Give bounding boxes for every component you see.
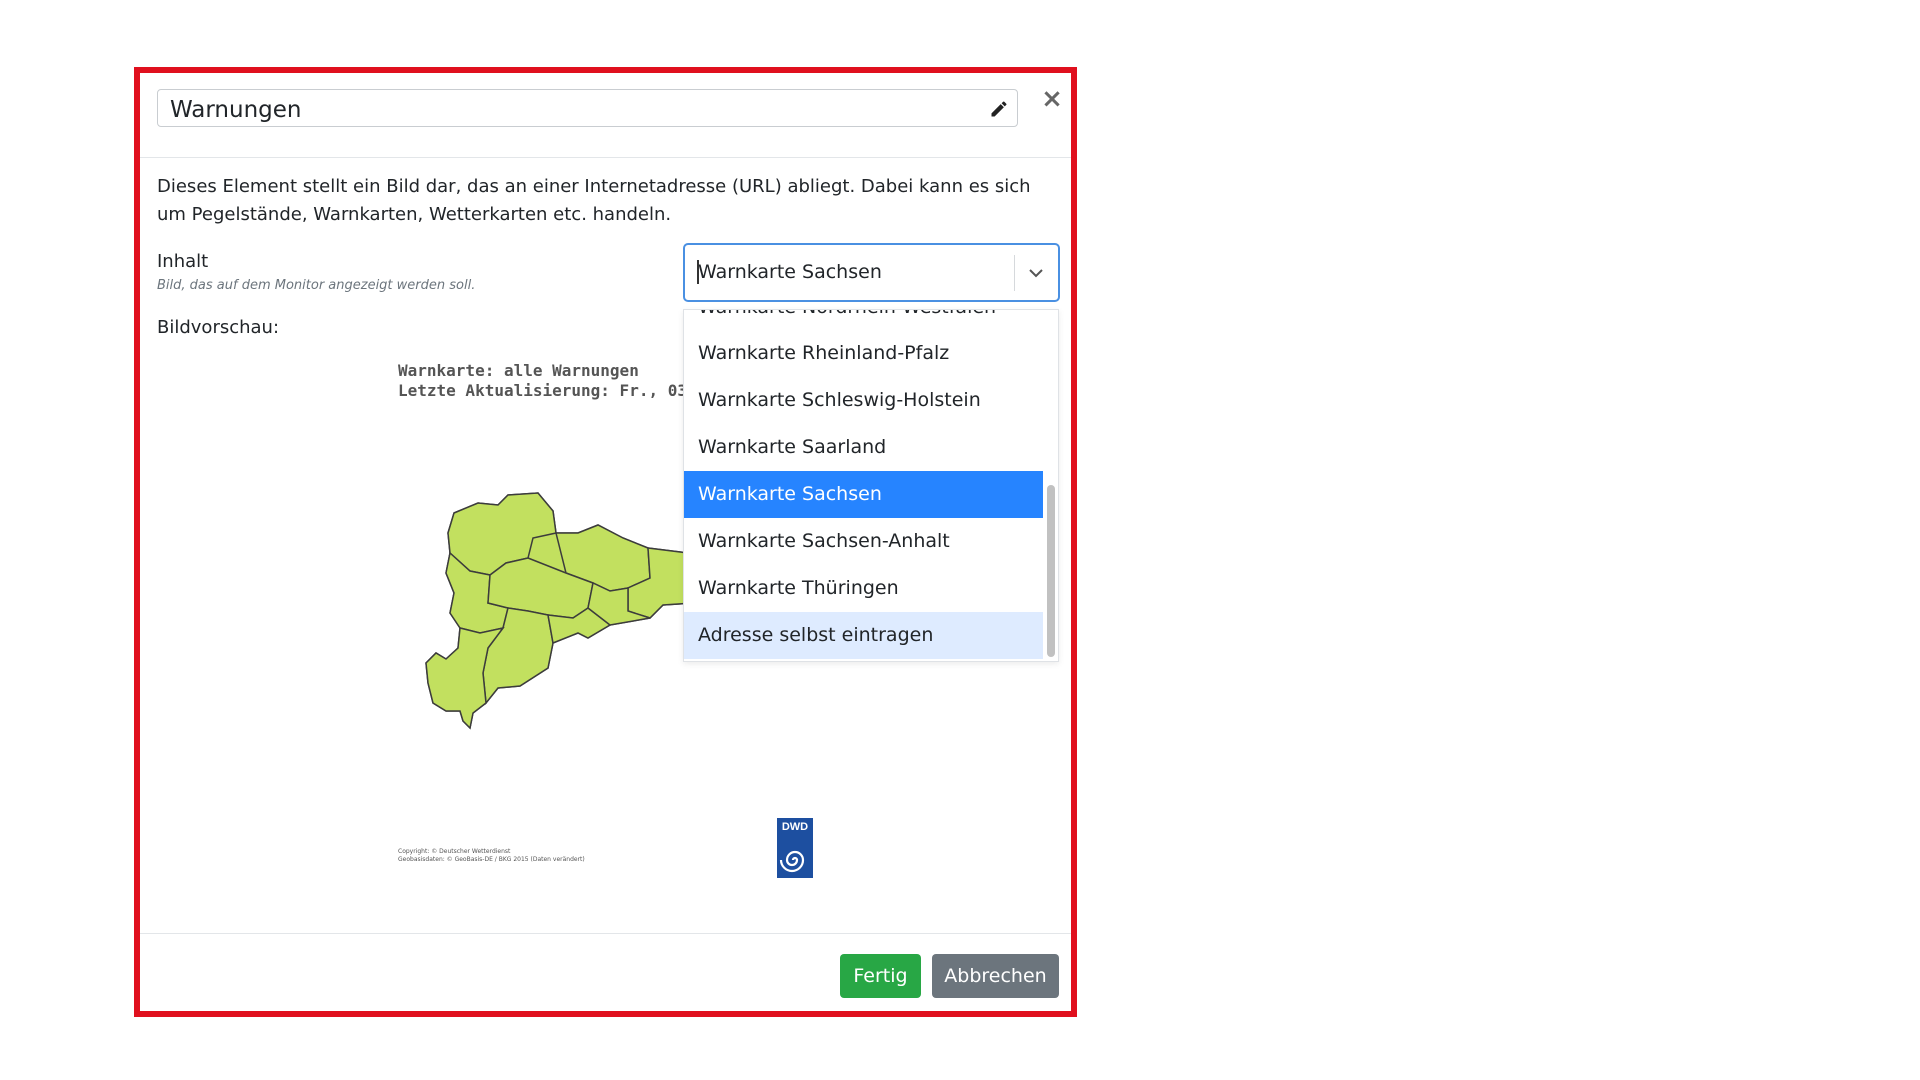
description-text: Dieses Element stellt ein Bild dar, das … [157,176,1031,225]
dialog-header: Warnungen × [140,73,1071,158]
option-schleswig-holstein[interactable]: Warnkarte Schleswig-Holstein [684,377,1043,424]
option-sachsen-anhalt[interactable]: Warnkarte Sachsen-Anhalt [684,518,1043,565]
option-saarland[interactable]: Warnkarte Saarland [684,424,1043,471]
copyright-text: Copyright: © Deutscher Wetterdienst Geob… [398,848,585,863]
widget-dialog: Warnungen × Dieses Element stellt ein Bi… [134,67,1077,1017]
option-sachsen[interactable]: Warnkarte Sachsen [684,471,1043,518]
title-input[interactable]: Warnungen [157,89,1018,127]
title-text: Warnungen [170,97,302,123]
close-icon[interactable]: × [1040,86,1064,112]
ok-button[interactable]: Fertig [840,954,921,998]
cancel-button[interactable]: Abbrechen [932,954,1059,998]
option-nordrhein-westfalen[interactable]: Warnkarte Nordrhein-Westfalen [684,310,1043,330]
dwd-logo-icon: DWD [777,818,813,878]
option-thueringen[interactable]: Warnkarte Thüringen [684,565,1043,612]
option-custom-address[interactable]: Adresse selbst eintragen [684,612,1043,659]
chevron-down-icon[interactable] [1026,263,1046,283]
preview-label: Bildvorschau: [157,317,280,338]
svg-text:DWD: DWD [782,821,808,833]
content-select[interactable]: Warnkarte Sachsen [683,243,1060,302]
select-value: Warnkarte Sachsen [698,261,882,283]
content-dropdown-menu[interactable]: Warnkarte Nordrhein-Westfalen Warnkarte … [683,309,1059,662]
select-separator [1014,255,1015,291]
dialog-footer: Fertig Abbrechen [140,933,1071,1018]
pencil-icon[interactable] [989,99,1009,119]
dropdown-options: Warnkarte Nordrhein-Westfalen Warnkarte … [684,310,1043,659]
dropdown-scrollbar[interactable] [1047,485,1055,657]
option-rheinland-pfalz[interactable]: Warnkarte Rheinland-Pfalz [684,330,1043,377]
content-hint: Bild, das auf dem Monitor angezeigt werd… [157,278,476,293]
content-label: Inhalt [157,251,209,272]
